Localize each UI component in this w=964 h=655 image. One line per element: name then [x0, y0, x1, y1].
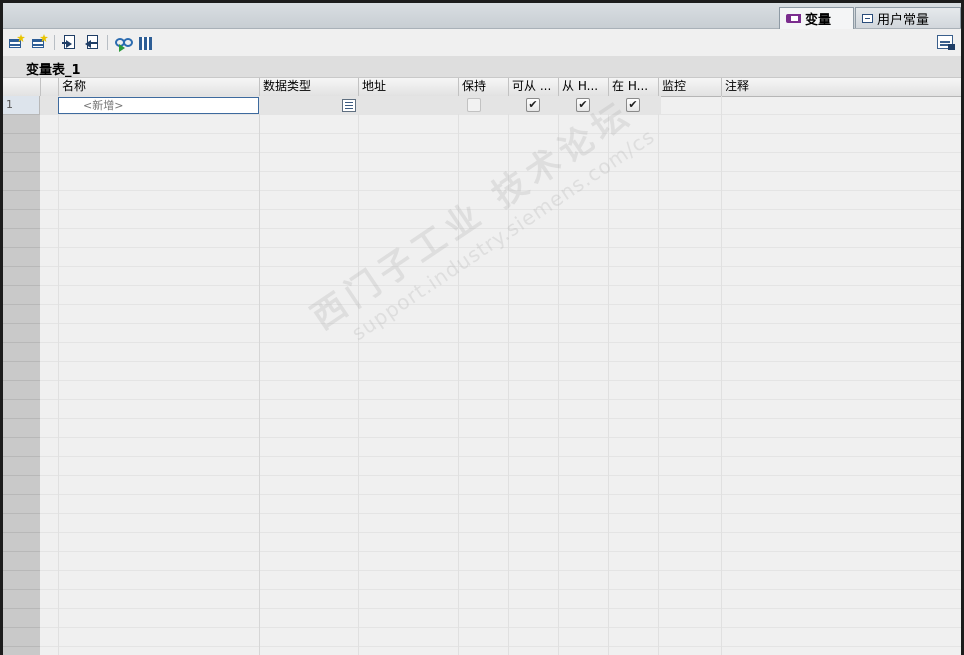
import-button[interactable]	[84, 34, 101, 51]
col-header-name[interactable]: 名称	[58, 78, 259, 96]
grid-line	[259, 96, 260, 655]
view-settings-badge-icon	[948, 44, 955, 50]
tab-strip: 变量 用户常量	[3, 3, 961, 29]
grid-line	[608, 96, 609, 655]
tab-user-constants-label: 用户常量	[877, 12, 930, 28]
col-header-address[interactable]: 地址	[358, 78, 458, 96]
col-header-accessible-from-hmi[interactable]: 可从 ...	[508, 78, 558, 96]
row-header-column	[3, 96, 40, 655]
col-header-hmi-setpoint[interactable]: 在 H...	[608, 78, 658, 96]
add-row-button[interactable]	[8, 34, 25, 51]
hmi-setpoint-checkbox[interactable]: ✔	[626, 98, 640, 112]
col-header-visible-in-hmi[interactable]: 从 H...	[558, 78, 608, 96]
row-number[interactable]: 1	[3, 96, 40, 114]
arrow-left-icon	[85, 40, 91, 48]
columns-icon	[139, 37, 152, 50]
grid-line	[508, 96, 509, 655]
arrow-right-icon	[66, 40, 72, 48]
import-arrow-icon	[91, 42, 98, 44]
monitor-all-button[interactable]	[114, 34, 133, 52]
col-header-data-type[interactable]: 数据类型	[259, 78, 358, 96]
tab-user-constants[interactable]: 用户常量	[855, 7, 961, 28]
grid-line	[721, 96, 722, 655]
toolbar-separator	[107, 35, 108, 50]
insert-row-button[interactable]	[31, 34, 48, 51]
tag-table-grid[interactable]	[3, 96, 961, 655]
grid-line	[358, 96, 359, 655]
header-icon-col	[40, 78, 58, 96]
column-header: 名称 数据类型 地址 保持 可从 ... 从 H... 在 H... 监控 注释	[3, 78, 961, 97]
visible-in-hmi-checkbox[interactable]: ✔	[576, 98, 590, 112]
tab-tags-label: 变量	[805, 13, 832, 28]
table-title-bar: 变量表_1	[3, 56, 961, 78]
constant-icon	[862, 13, 873, 23]
table-title: 变量表_1	[26, 63, 81, 78]
col-header-comment[interactable]: 注释	[721, 78, 961, 96]
accessible-from-hmi-checkbox[interactable]: ✔	[526, 98, 540, 112]
name-input[interactable]	[58, 97, 259, 114]
export-button[interactable]	[61, 34, 78, 51]
grid-line	[658, 96, 659, 655]
toolbar-separator	[54, 35, 55, 50]
col-header-monitor[interactable]: 监控	[658, 78, 721, 96]
play-icon	[119, 44, 125, 52]
col-header-retain[interactable]: 保持	[458, 78, 508, 96]
tag-icon	[786, 14, 801, 23]
toolbar	[3, 29, 961, 56]
grid-line	[58, 96, 59, 655]
grid-line	[558, 96, 559, 655]
columns-button[interactable]	[137, 34, 154, 51]
tab-tags[interactable]: 变量	[779, 7, 854, 29]
grid-line	[458, 96, 459, 655]
retain-checkbox[interactable]	[467, 98, 481, 112]
table-row[interactable]: 1 ✔ ✔ ✔	[3, 96, 721, 115]
data-type-picker-icon[interactable]	[342, 99, 356, 112]
